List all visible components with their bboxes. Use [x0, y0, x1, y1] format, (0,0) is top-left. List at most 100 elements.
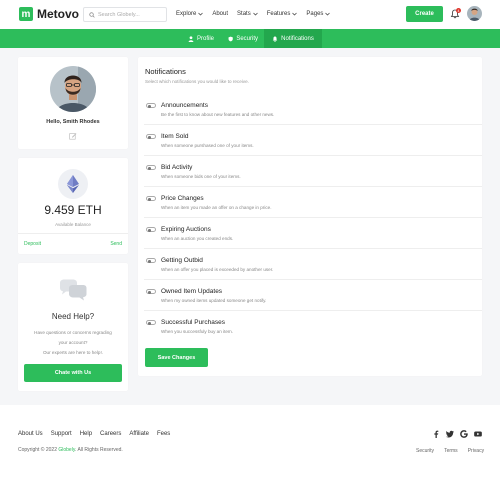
logo-text: Metovo	[37, 7, 79, 21]
settings-tabs: Profile Security Notifications	[0, 29, 500, 48]
footer: About Us Support Help Careers Affiliate …	[0, 405, 500, 480]
notification-row: Item Sold When someone purshased one of …	[138, 124, 482, 155]
wallet-balance-label: Available Balance	[55, 222, 91, 227]
notification-title: Successful Purchases	[161, 319, 225, 326]
notification-desc: When an auction you created ends.	[161, 236, 234, 241]
help-text-line: Have questions or concerns regrading	[34, 330, 112, 335]
user-avatar[interactable]	[467, 6, 482, 21]
tab-profile[interactable]: Profile	[180, 29, 222, 48]
divider	[144, 186, 482, 187]
logo-mark: m	[19, 7, 33, 21]
notification-desc: When you successfuly buy an item.	[161, 329, 234, 334]
chevron-down-icon	[252, 12, 258, 16]
notification-title: Expiring Auctions	[161, 226, 211, 233]
copyright: Copyright © 2022 Globely. All Rights Res…	[18, 447, 123, 453]
legal-link[interactable]: Privacy	[468, 448, 484, 454]
divider	[144, 310, 482, 311]
nav-stats-label: Stats	[237, 11, 251, 17]
notification-title: Bid Activity	[161, 164, 193, 171]
footer-link[interactable]: Fees	[157, 431, 170, 437]
copyright-brand[interactable]: Globely	[58, 447, 75, 453]
main-nav: Explore About Stats Features Pages	[176, 11, 339, 17]
logo[interactable]: m Metovo	[19, 7, 79, 21]
facebook-icon[interactable]	[432, 430, 440, 438]
toggle-switch[interactable]	[146, 258, 156, 263]
footer-links: About Us Support Help Careers Affiliate …	[18, 431, 178, 437]
notification-title: Getting Outbid	[161, 257, 203, 264]
toggle-switch[interactable]	[146, 165, 156, 170]
deposit-link[interactable]: Deposit	[24, 241, 41, 247]
send-link[interactable]: Send	[110, 241, 122, 247]
google-icon[interactable]	[460, 430, 468, 438]
nav-features[interactable]: Features	[267, 11, 298, 17]
nav-about[interactable]: About	[212, 11, 228, 17]
notification-desc: When an item you made an offer on a chan…	[161, 205, 272, 210]
toggle-switch[interactable]	[146, 196, 156, 201]
nav-stats[interactable]: Stats	[237, 11, 258, 17]
chat-button[interactable]: Chate with Us	[24, 364, 122, 382]
legal-links: Security Terms Privacy	[416, 448, 494, 454]
copyright-prefix: Copyright © 2022	[18, 447, 57, 453]
divider	[144, 248, 482, 249]
divider	[18, 233, 128, 234]
wallet-card: 9.459 ETH Available Balance Deposit Send	[18, 158, 128, 254]
tab-security-label: Security	[236, 35, 258, 42]
search-box[interactable]	[83, 7, 167, 22]
help-text-line: Our experts are here to help!.	[42, 350, 103, 355]
notification-row: Announcements Be the first to know about…	[138, 93, 482, 124]
notification-desc: When an offer you placed is exceeded by …	[161, 267, 274, 272]
save-changes-button[interactable]: Save Changes	[145, 348, 208, 367]
search-icon	[89, 11, 95, 18]
edit-icon[interactable]	[69, 132, 77, 140]
chevron-down-icon	[198, 12, 204, 16]
toggle-switch[interactable]	[146, 134, 156, 139]
copyright-suffix: . All Rights Reserved.	[74, 447, 123, 453]
shield-icon	[228, 36, 233, 41]
chevron-down-icon	[325, 12, 331, 16]
notification-badge: 4	[456, 8, 461, 13]
notifications-subtitle: Select which notifications you would lik…	[145, 79, 249, 84]
social-links	[432, 430, 482, 438]
footer-link[interactable]: Affiliate	[129, 431, 149, 437]
footer-link[interactable]: Help	[80, 431, 92, 437]
notification-row: Getting Outbid When an offer you placed …	[138, 248, 482, 279]
notification-desc: Be the first to know about new features …	[161, 112, 275, 117]
notification-desc: When someone bids one of your items.	[161, 174, 241, 179]
wallet-balance: 9.459 ETH	[44, 203, 102, 217]
toggle-switch[interactable]	[146, 103, 156, 108]
twitter-icon[interactable]	[446, 430, 454, 438]
ethereum-icon	[58, 169, 88, 199]
notification-desc: When someone purshased one of your items…	[161, 143, 254, 148]
nav-explore[interactable]: Explore	[176, 11, 204, 17]
footer-link[interactable]: Support	[51, 431, 72, 437]
help-title: Need Help?	[51, 312, 95, 321]
chevron-down-icon	[292, 12, 298, 16]
search-input[interactable]	[98, 11, 163, 18]
footer-link[interactable]: Careers	[100, 431, 121, 437]
help-text-line: your account?	[58, 340, 88, 345]
toggle-switch[interactable]	[146, 227, 156, 232]
create-button[interactable]: Create	[406, 6, 443, 22]
notification-row: Owned Item Updates When my owned items u…	[138, 279, 482, 310]
divider	[144, 217, 482, 218]
notifications-title: Notifications	[145, 67, 186, 76]
divider	[144, 124, 482, 125]
toggle-switch[interactable]	[146, 289, 156, 294]
toggle-switch[interactable]	[146, 320, 156, 325]
notification-row: Bid Activity When someone bids one of yo…	[138, 155, 482, 186]
nav-about-label: About	[212, 11, 229, 17]
youtube-icon[interactable]	[474, 430, 482, 438]
help-text: Have questions or concerns regrading you…	[26, 328, 120, 358]
legal-link[interactable]: Security	[416, 448, 434, 454]
notification-title: Owned Item Updates	[161, 288, 223, 295]
tab-security[interactable]: Security	[222, 29, 264, 48]
user-icon	[188, 35, 194, 42]
notification-desc: When my owned items updated someone get …	[161, 298, 267, 303]
notification-row: Successful Purchases When you successful…	[138, 310, 482, 341]
profile-card: Hello, Smith Rhodes	[18, 57, 128, 149]
tab-notifications[interactable]: Notifications	[264, 29, 322, 48]
footer-link[interactable]: About Us	[18, 431, 43, 437]
legal-link[interactable]: Terms	[444, 448, 458, 454]
nav-pages[interactable]: Pages	[306, 11, 331, 17]
nav-features-label: Features	[266, 11, 291, 17]
